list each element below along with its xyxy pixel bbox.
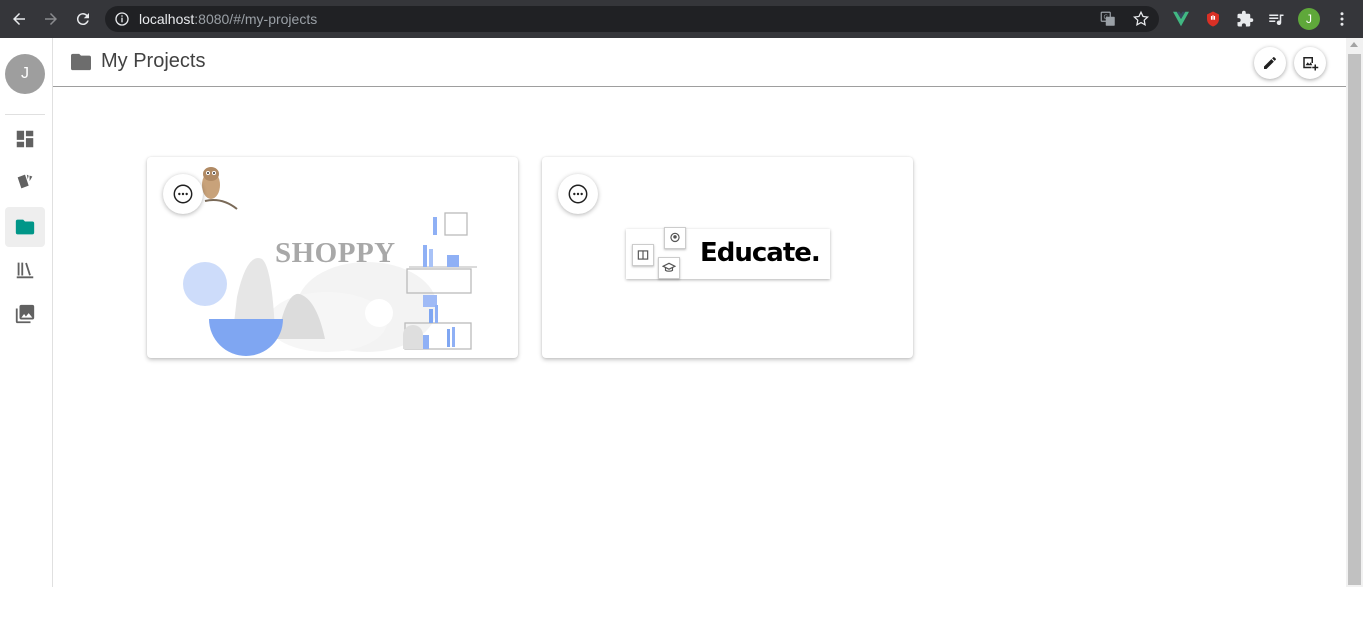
url-text: localhost:8080/#/my-projects xyxy=(139,11,317,27)
puzzle-icon xyxy=(1237,10,1254,27)
folder-icon xyxy=(15,219,35,235)
book-icon xyxy=(632,244,654,266)
info-icon[interactable] xyxy=(114,11,130,27)
reload-icon xyxy=(76,13,89,26)
project-title-educate: Educate. xyxy=(700,238,821,268)
scroll-up-arrow[interactable] xyxy=(1350,42,1358,47)
project-menu-button[interactable] xyxy=(558,174,598,214)
more-horiz-circle-icon xyxy=(173,184,193,204)
scrollbar-thumb[interactable] xyxy=(1348,54,1361,585)
forward-button[interactable] xyxy=(40,8,62,30)
add-project-button[interactable] xyxy=(1294,47,1326,79)
project-card-shoppy[interactable]: SHOPPY xyxy=(147,157,518,358)
edit-icon xyxy=(1264,57,1276,69)
page-title: My Projects xyxy=(101,50,206,72)
browser-menu-button[interactable] xyxy=(1332,9,1352,29)
back-button[interactable] xyxy=(8,8,30,30)
sidebar-item-dashboard[interactable] xyxy=(5,119,45,159)
sidebar-item-cards[interactable] xyxy=(5,162,45,202)
sidebar-item-gallery[interactable] xyxy=(5,294,45,334)
photo-library-icon xyxy=(15,304,35,324)
browser-toolbar: localhost:8080/#/my-projects G J xyxy=(0,0,1363,38)
more-vert-icon xyxy=(1340,12,1344,26)
page-header: My Projects xyxy=(53,38,1346,87)
vue-devtools-extension[interactable] xyxy=(1171,9,1191,29)
extensions-button[interactable] xyxy=(1235,9,1255,29)
more-horiz-circle-icon xyxy=(568,184,588,204)
cards-icon xyxy=(17,174,33,189)
browser-profile-avatar[interactable]: J xyxy=(1298,8,1320,30)
project-card-educate[interactable]: Educate. xyxy=(542,157,913,358)
media-control-button[interactable] xyxy=(1266,9,1286,29)
library-icon xyxy=(16,262,34,279)
blocker-extension[interactable] xyxy=(1203,9,1223,29)
bookmark-star-icon[interactable] xyxy=(1132,10,1150,28)
sidebar-item-projects[interactable] xyxy=(5,207,45,247)
queue-music-icon xyxy=(1269,14,1284,26)
user-avatar[interactable]: J xyxy=(5,54,45,94)
edit-button[interactable] xyxy=(1254,47,1286,79)
address-bar[interactable]: localhost:8080/#/my-projects G xyxy=(105,6,1159,32)
graduation-cap-icon xyxy=(658,257,680,279)
reload-button[interactable] xyxy=(72,8,94,30)
app-page: J My Projects SHOPPY Educate. xyxy=(0,38,1363,620)
arrow-forward-icon xyxy=(45,13,57,25)
arrow-back-icon xyxy=(13,13,25,25)
hand-stop-icon xyxy=(1207,11,1219,27)
url-host: localhost xyxy=(139,11,195,27)
lightbulb-head-icon xyxy=(664,227,686,249)
project-title-shoppy: SHOPPY xyxy=(275,237,396,269)
folder-icon xyxy=(71,53,91,71)
svg-text:G: G xyxy=(1104,14,1109,21)
educate-logo: Educate. xyxy=(626,227,830,279)
add-photo-icon xyxy=(1303,57,1319,71)
project-menu-button[interactable] xyxy=(163,174,203,214)
translate-icon[interactable]: G xyxy=(1099,10,1117,28)
vue-icon xyxy=(1173,11,1189,27)
dashboard-icon xyxy=(16,130,34,148)
url-path: :8080/#/my-projects xyxy=(194,11,318,27)
sidebar-divider xyxy=(5,114,45,115)
sidebar: J xyxy=(0,38,53,587)
sidebar-item-library[interactable] xyxy=(5,250,45,290)
